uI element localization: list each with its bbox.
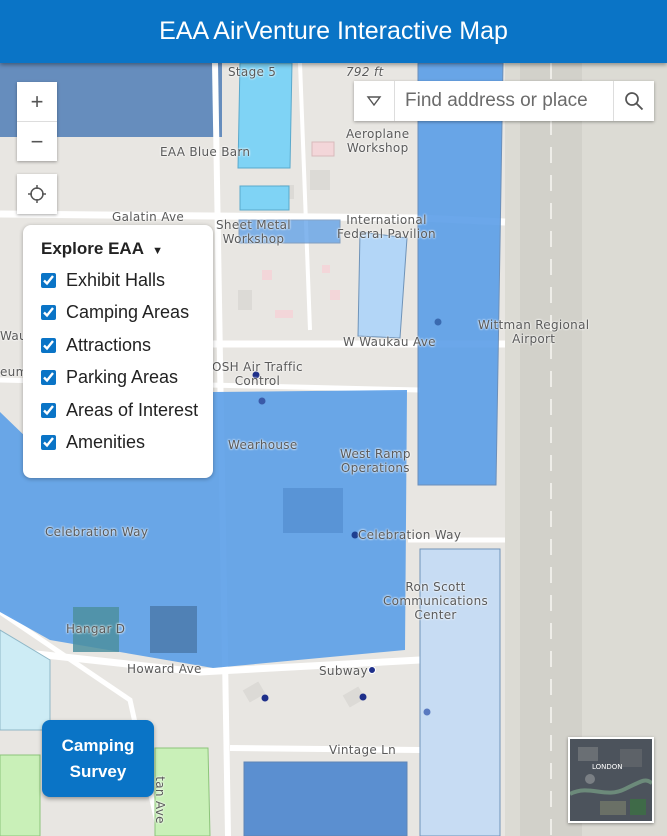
layer-item-exhibit-halls[interactable]: Exhibit Halls (41, 264, 213, 297)
label-celebration-way-east: Celebration Way (358, 528, 462, 542)
search-button[interactable] (613, 81, 654, 121)
label-hangar-d: Hangar D (66, 622, 126, 636)
layer-list-panel: Explore EAA ▼ Exhibit Halls Camping Area… (23, 225, 213, 478)
label-elevation: 792 ft (346, 65, 384, 79)
layer-label-exhibit-halls: Exhibit Halls (66, 269, 166, 290)
layer-list-toggle[interactable]: Explore EAA ▼ (41, 239, 213, 259)
layer-item-attractions[interactable]: Attractions (41, 329, 213, 362)
search-icon (625, 92, 644, 111)
label-wearhouse: Wearhouse (228, 438, 298, 452)
layer-label-camping-areas: Camping Areas (66, 302, 190, 323)
zoom-in-button[interactable]: + (17, 82, 57, 121)
layer-item-parking-areas[interactable]: Parking Areas (41, 362, 213, 395)
layer-list-title: Explore EAA (41, 239, 144, 258)
layer-label-attractions: Attractions (66, 334, 152, 355)
locate-button[interactable] (17, 174, 57, 214)
label-ron-scott-center: Ron Scott Communications Center (383, 580, 489, 622)
overview-city-label: LONDON (592, 763, 623, 771)
search-source-dropdown[interactable] (354, 81, 395, 121)
zoom-control: + − (17, 82, 57, 161)
layer-label-areas-of-interest: Areas of Interest (66, 399, 199, 420)
layer-checkbox-amenities[interactable] (41, 435, 56, 451)
layer-checkbox-areas-of-interest[interactable] (41, 402, 56, 418)
layer-checkbox-attractions[interactable] (41, 337, 56, 353)
label-intl-pavilion: International Federal Pavilion (337, 213, 436, 241)
search-input[interactable] (395, 81, 613, 121)
chevron-down-icon (366, 96, 382, 106)
label-vintage-ln: Vintage Ln (329, 743, 397, 757)
label-subway: Subway (319, 664, 368, 678)
zoom-out-button[interactable]: − (17, 121, 57, 161)
layer-item-camping-areas[interactable]: Camping Areas (41, 297, 213, 330)
layer-checkbox-camping-areas[interactable] (41, 305, 56, 321)
label-howard-ave: Howard Ave (127, 662, 202, 676)
label-aeroplane-workshop: Aeroplane Workshop (346, 127, 410, 155)
app-title: EAA AirVenture Interactive Map (159, 17, 508, 45)
satellite-thumbnail-icon (570, 739, 652, 821)
layer-checkbox-parking-areas[interactable] (41, 370, 56, 386)
label-west-ramp: West Ramp Operations (340, 447, 411, 475)
layer-item-amenities[interactable]: Amenities (41, 427, 213, 460)
label-stage5: Stage 5 (228, 65, 277, 79)
layer-label-parking-areas: Parking Areas (66, 367, 179, 388)
crosshair-icon (28, 185, 46, 203)
layer-checkbox-exhibit-halls[interactable] (41, 272, 56, 288)
label-osh-atc: OSH Air Traffic Control (212, 360, 303, 388)
label-vertical-street: tan Ave (152, 776, 167, 824)
label-sheet-metal-workshop: Sheet Metal Workshop (216, 218, 291, 246)
label-wittman-airport: Wittman Regional Airport (478, 318, 590, 346)
camping-survey-label: Camping Survey (61, 735, 135, 781)
app-header: EAA AirVenture Interactive Map (0, 0, 667, 63)
label-w-waukau-ave: W Waukau Ave (343, 335, 436, 349)
label-blue-barn: EAA Blue Barn (160, 145, 251, 159)
caret-down-icon: ▼ (152, 245, 163, 257)
layer-item-areas-of-interest[interactable]: Areas of Interest (41, 394, 213, 427)
layer-label-amenities: Amenities (66, 432, 146, 453)
label-galatin-ave: Galatin Ave (112, 210, 185, 224)
basemap-toggle[interactable]: LONDON (568, 737, 654, 823)
camping-survey-button[interactable]: Camping Survey (42, 720, 154, 797)
label-celebration-way-west: Celebration Way (45, 525, 149, 539)
search-widget (354, 81, 654, 121)
